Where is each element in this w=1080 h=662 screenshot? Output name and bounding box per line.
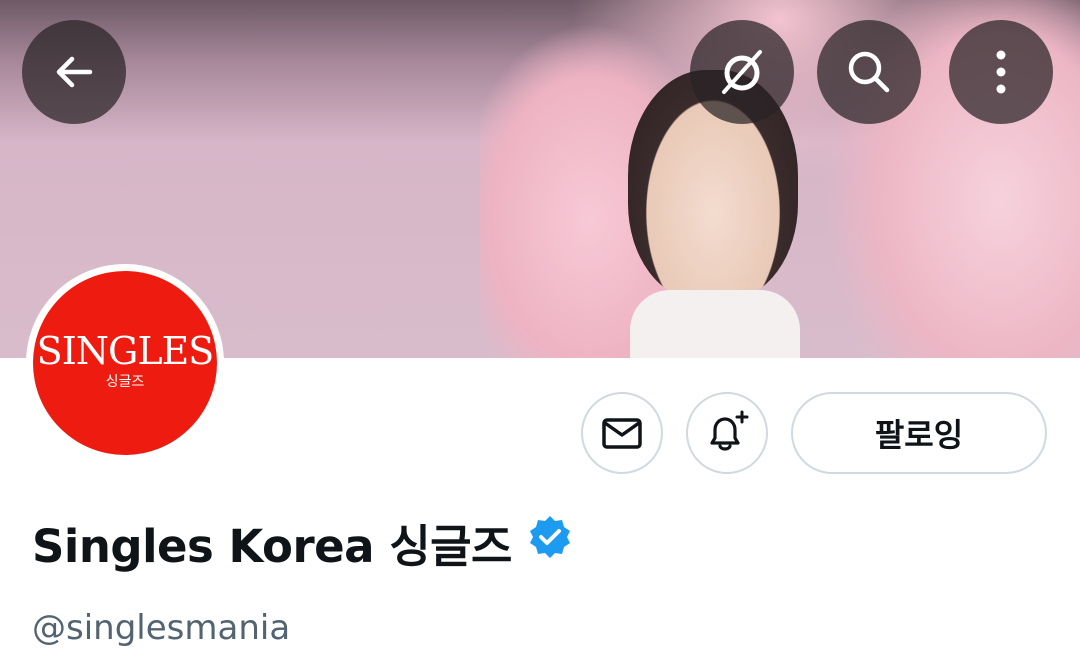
verified-badge-icon[interactable] [526, 513, 574, 572]
banner-photo-sweater [630, 290, 800, 358]
avatar[interactable]: SINGLES 싱글즈 [26, 264, 224, 462]
search-button[interactable] [817, 20, 921, 124]
following-button-label: 팔로잉 [874, 416, 964, 454]
more-button[interactable] [949, 20, 1053, 124]
grok-button[interactable] [690, 20, 794, 124]
search-icon [848, 51, 890, 93]
avatar-logo-badge: SINGLES 싱글즈 [33, 271, 217, 455]
notifications-button[interactable] [686, 392, 768, 474]
bell-plus-icon [710, 410, 749, 451]
avatar-logo-text: SINGLES [36, 329, 215, 373]
more-vertical-icon [996, 50, 1006, 94]
display-name-text: Singles Korea 싱글즈 [32, 519, 512, 573]
profile-display-name: Singles Korea 싱글즈 [32, 510, 574, 574]
following-button[interactable]: 팔로잉 [791, 392, 1047, 474]
message-button[interactable] [581, 392, 663, 474]
slashed-circle-icon [722, 50, 762, 94]
back-button[interactable] [22, 20, 126, 124]
avatar-logo-subtitle: 싱글즈 [105, 374, 145, 390]
envelope-icon [602, 418, 642, 449]
profile-handle: @singlesmania [32, 608, 291, 648]
arrow-left-icon [56, 56, 93, 88]
